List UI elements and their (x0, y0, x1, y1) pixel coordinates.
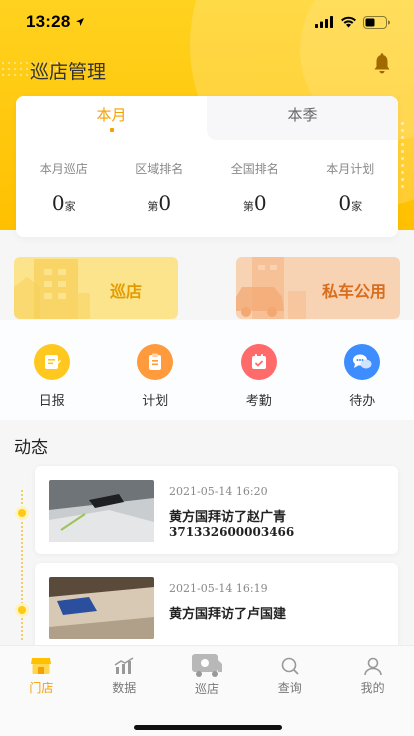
patrol-van-icon (191, 654, 222, 677)
chart-icon (114, 657, 134, 674)
timeline-dot (15, 603, 29, 617)
stat-label: 区域排名 (135, 162, 184, 176)
attendance-icon (240, 344, 277, 380)
quick-action-plan[interactable]: 计划 (104, 320, 208, 420)
tile-label: 巡店 (109, 284, 142, 301)
quick-action-label: 日报 (38, 393, 65, 408)
feed-title: 黄方国拜访了卢国建 (169, 606, 287, 621)
stat-number: 0 (158, 191, 172, 215)
page-title: 巡店管理 (30, 62, 107, 83)
location-arrow-icon (76, 18, 85, 26)
quick-action-label: 待办 (349, 393, 376, 408)
stats-card: 本月 本季 本月巡店 0家 区域排名 第0 全国排名 第0 本月计划 0家 (16, 96, 398, 237)
stat-label: 本月计划 (326, 162, 375, 176)
stat-national-rank: 全国排名 第0 (207, 160, 303, 215)
tab-label: 数据 (112, 681, 137, 695)
stat-number: 0 (338, 191, 352, 215)
tab-label: 巡店 (194, 682, 219, 696)
daily-report-icon (33, 344, 70, 380)
stat-monthly-visits: 本月巡店 0家 (16, 160, 112, 215)
feed-item[interactable]: 2021-05-14 16:20 黄方国拜访了赵广青 3713326000034… (35, 466, 398, 554)
stat-number: 0 (51, 191, 65, 215)
feed-time: 2021-05-14 16:20 (169, 485, 268, 498)
tab-this-quarter[interactable]: 本季 (207, 96, 398, 140)
notification-bell-icon[interactable] (370, 52, 394, 76)
tile-label: 私车公用 (321, 284, 386, 301)
feed-photo (49, 480, 154, 542)
quick-action-todo[interactable]: 待办 (311, 320, 414, 420)
building-icon (14, 259, 90, 319)
tab-label: 门店 (29, 681, 54, 695)
feed-time: 2021-05-14 16:19 (169, 582, 268, 595)
profile-icon (363, 657, 382, 676)
tab-store[interactable]: 门店 (0, 646, 83, 702)
wifi-icon (341, 16, 356, 28)
search-icon (281, 657, 299, 675)
feed-title: 黄方国拜访了赵广青 (169, 509, 287, 524)
stat-label: 全国排名 (230, 162, 279, 176)
stat-label: 本月巡店 (39, 162, 88, 176)
cellular-signal-icon (315, 16, 333, 28)
stat-region-rank: 区域排名 第0 (112, 160, 208, 215)
stat-value: 第0 (207, 191, 303, 215)
stat-number: 0 (253, 191, 267, 215)
stat-value: 0家 (303, 191, 399, 215)
stat-monthly-plan: 本月计划 0家 (303, 160, 399, 215)
stat-unit: 家 (351, 201, 363, 213)
feed-section-title: 动态 (14, 438, 48, 457)
todo-icon (344, 344, 381, 380)
tab-label: 查询 (277, 681, 302, 695)
stat-value: 第0 (112, 191, 208, 215)
plan-icon (137, 344, 174, 380)
stat-unit: 家 (64, 201, 76, 213)
quick-action-label: 考勤 (245, 393, 272, 408)
stat-value: 0家 (16, 191, 112, 215)
tab-search[interactable]: 查询 (248, 646, 331, 702)
status-bar: 13:28 (0, 0, 414, 44)
timeline-dot (15, 506, 29, 520)
period-tabs: 本月 本季 (16, 96, 398, 140)
private-car-tile[interactable]: 私车公用 (236, 257, 400, 319)
feed-subtitle: 371332600003466 (169, 525, 295, 539)
battery-icon (363, 15, 390, 29)
stats-row: 本月巡店 0家 区域排名 第0 全国排名 第0 本月计划 0家 (16, 140, 398, 215)
quick-actions: 日报 计划 考勤 待办 (0, 320, 414, 420)
store-icon (31, 658, 52, 674)
quick-action-attendance[interactable]: 考勤 (207, 320, 311, 420)
tab-profile[interactable]: 我的 (331, 646, 414, 702)
patrol-store-tile[interactable]: 巡店 (14, 257, 178, 319)
car-icon (236, 257, 306, 319)
stat-prefix: 第 (147, 201, 159, 213)
status-time: 13:28 (26, 12, 71, 31)
feed-photo (49, 577, 154, 639)
tab-this-month[interactable]: 本月 (16, 96, 207, 140)
tab-data[interactable]: 数据 (83, 646, 166, 702)
bottom-tab-bar: 门店 数据 巡店 查询 我的 (0, 645, 414, 736)
tab-label: 我的 (360, 681, 385, 695)
quick-action-daily-report[interactable]: 日报 (0, 320, 104, 420)
tab-patrol[interactable]: 巡店 (166, 646, 249, 702)
home-indicator (134, 725, 282, 730)
quick-action-label: 计划 (142, 393, 169, 408)
stat-prefix: 第 (242, 201, 254, 213)
feed-item[interactable]: 2021-05-14 16:19 黄方国拜访了卢国建 (35, 563, 398, 653)
